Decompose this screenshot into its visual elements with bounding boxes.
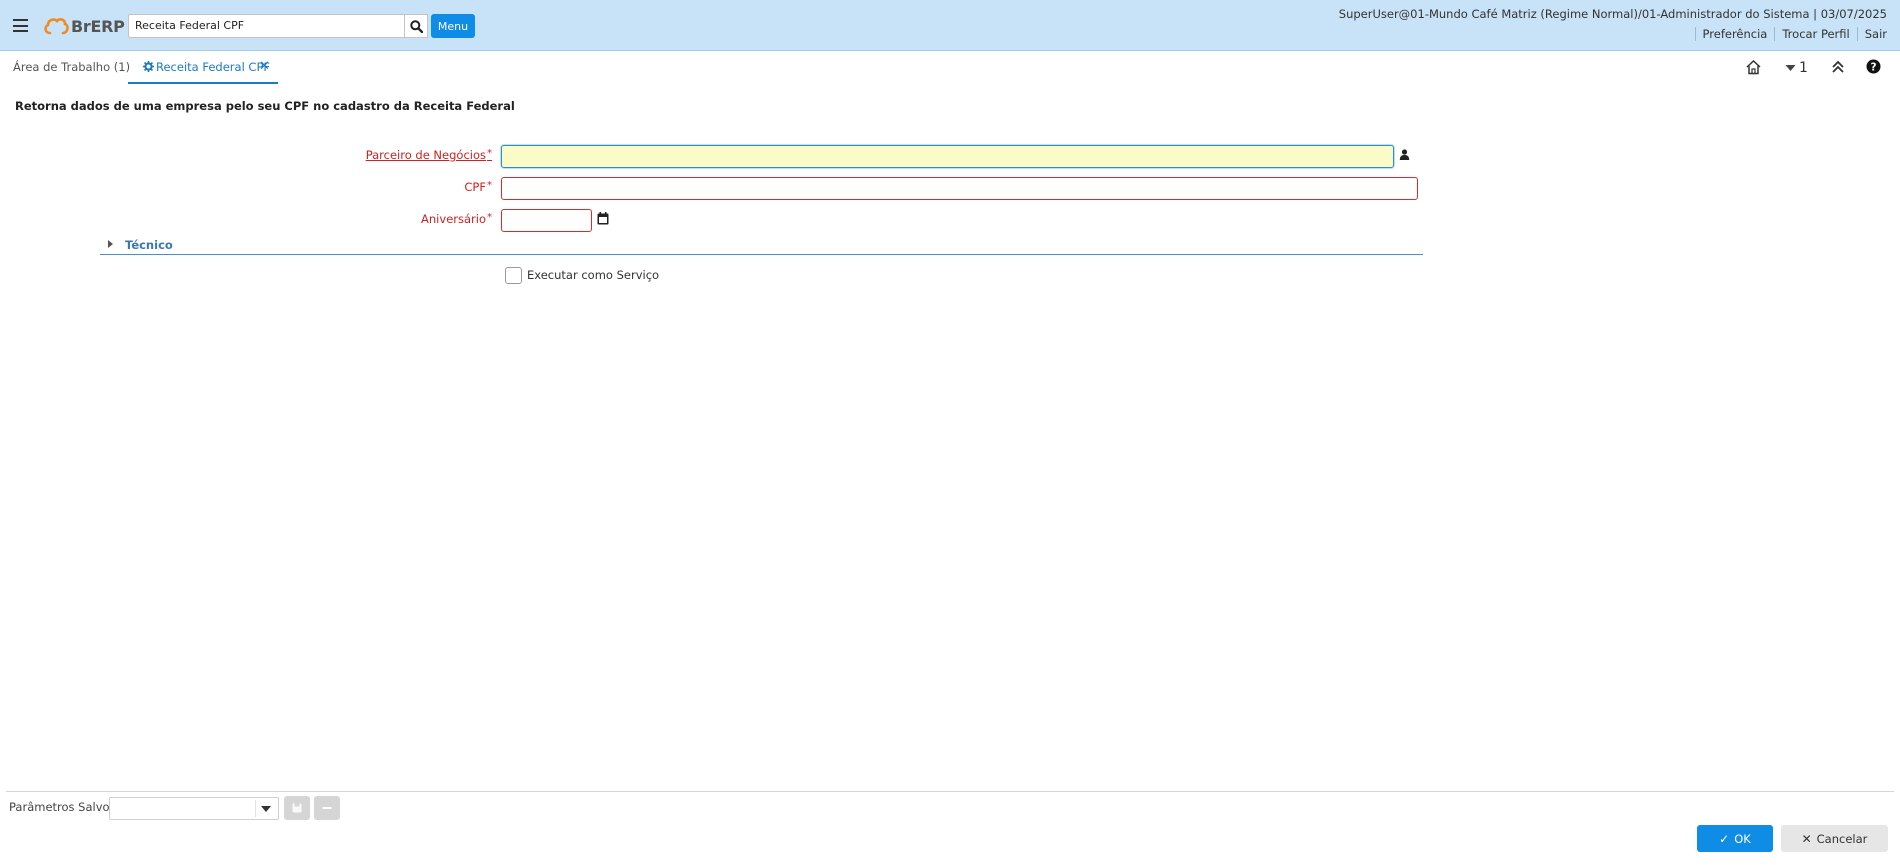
delete-parameters-button[interactable] bbox=[314, 796, 340, 820]
bpartner-label[interactable]: Parceiro de Negócios* bbox=[366, 148, 492, 162]
pending-notifications[interactable]: 1 bbox=[1785, 60, 1808, 76]
caret-down-icon bbox=[1785, 65, 1796, 71]
cpf-label: CPF* bbox=[464, 180, 492, 194]
search-button[interactable] bbox=[404, 14, 428, 38]
footer-divider bbox=[6, 791, 1894, 792]
birthday-label: Aniversário* bbox=[421, 212, 492, 226]
cancel-button[interactable]: ✕ Cancelar bbox=[1781, 825, 1888, 852]
ok-button[interactable]: ✓ OK bbox=[1697, 825, 1773, 852]
preferences-link[interactable]: Preferência bbox=[1694, 27, 1775, 41]
app-header: BrERP Receita Federal CPF Menu SuperUser… bbox=[0, 0, 1900, 51]
check-icon: ✓ bbox=[1719, 831, 1730, 846]
save-icon bbox=[292, 803, 302, 813]
close-icon[interactable]: ✕ bbox=[259, 59, 270, 74]
notification-count: 1 bbox=[1799, 60, 1808, 76]
close-icon: ✕ bbox=[1801, 831, 1812, 846]
tab-bar: Área de Trabalho (1) Receita Federal CPF… bbox=[0, 52, 1900, 84]
technical-group-toggle[interactable]: Técnico bbox=[100, 237, 1423, 255]
birthday-label-text: Aniversário bbox=[421, 212, 486, 226]
logout-link[interactable]: Sair bbox=[1856, 27, 1894, 41]
search-icon bbox=[409, 19, 423, 33]
required-mark: * bbox=[487, 212, 492, 223]
run-as-service-label[interactable]: Executar como Serviço bbox=[527, 268, 659, 282]
saved-parameters-label: Parâmetros Salvos bbox=[9, 800, 116, 814]
menu-button[interactable]: Menu bbox=[431, 14, 475, 38]
cancel-label: Cancelar bbox=[1816, 831, 1868, 846]
birthday-date-input[interactable] bbox=[501, 209, 592, 232]
calendar-icon[interactable] bbox=[597, 212, 609, 225]
header-links: Preferência Trocar Perfil Sair bbox=[1694, 27, 1894, 41]
ok-label: OK bbox=[1734, 831, 1751, 846]
cloud-logo-icon bbox=[44, 18, 69, 35]
process-description: Retorna dados de uma empresa pelo seu CP… bbox=[15, 99, 515, 113]
brerp-logo[interactable]: BrERP bbox=[43, 14, 125, 38]
technical-group-label: Técnico bbox=[125, 238, 173, 252]
bpartner-label-text: Parceiro de Negócios bbox=[365, 148, 486, 162]
tab-workspace[interactable]: Área de Trabalho (1) bbox=[13, 60, 130, 84]
required-mark: * bbox=[487, 180, 492, 191]
select-divider bbox=[255, 800, 256, 817]
required-mark: * bbox=[487, 148, 492, 159]
change-role-link[interactable]: Trocar Perfil bbox=[1774, 27, 1856, 41]
cpf-label-text: CPF bbox=[464, 180, 486, 194]
cpf-input[interactable] bbox=[501, 177, 1418, 200]
tab-receita-federal-cpf[interactable]: Receita Federal CPF ✕ bbox=[128, 59, 278, 84]
tab-label: Receita Federal CPF bbox=[156, 60, 270, 74]
help-icon[interactable]: ? bbox=[1866, 59, 1881, 74]
search-input[interactable]: Receita Federal CPF bbox=[128, 14, 405, 38]
minus-icon bbox=[322, 807, 332, 809]
expand-arrow-icon bbox=[108, 240, 113, 248]
gear-icon bbox=[143, 61, 154, 72]
person-icon[interactable] bbox=[1399, 149, 1410, 160]
saved-parameters-select[interactable] bbox=[109, 797, 279, 820]
save-parameters-button[interactable] bbox=[284, 796, 310, 820]
bpartner-input[interactable] bbox=[501, 145, 1394, 168]
home-icon[interactable] bbox=[1745, 59, 1762, 75]
double-chevron-up-icon[interactable] bbox=[1831, 59, 1845, 75]
logo-text: BrERP bbox=[71, 16, 125, 36]
run-as-service-checkbox[interactable] bbox=[505, 267, 522, 284]
svg-text:?: ? bbox=[1870, 61, 1876, 73]
hamburger-menu-icon[interactable] bbox=[13, 19, 28, 32]
user-info: SuperUser@01-Mundo Café Matriz (Regime N… bbox=[1338, 7, 1887, 21]
dropdown-caret-icon bbox=[261, 806, 271, 812]
